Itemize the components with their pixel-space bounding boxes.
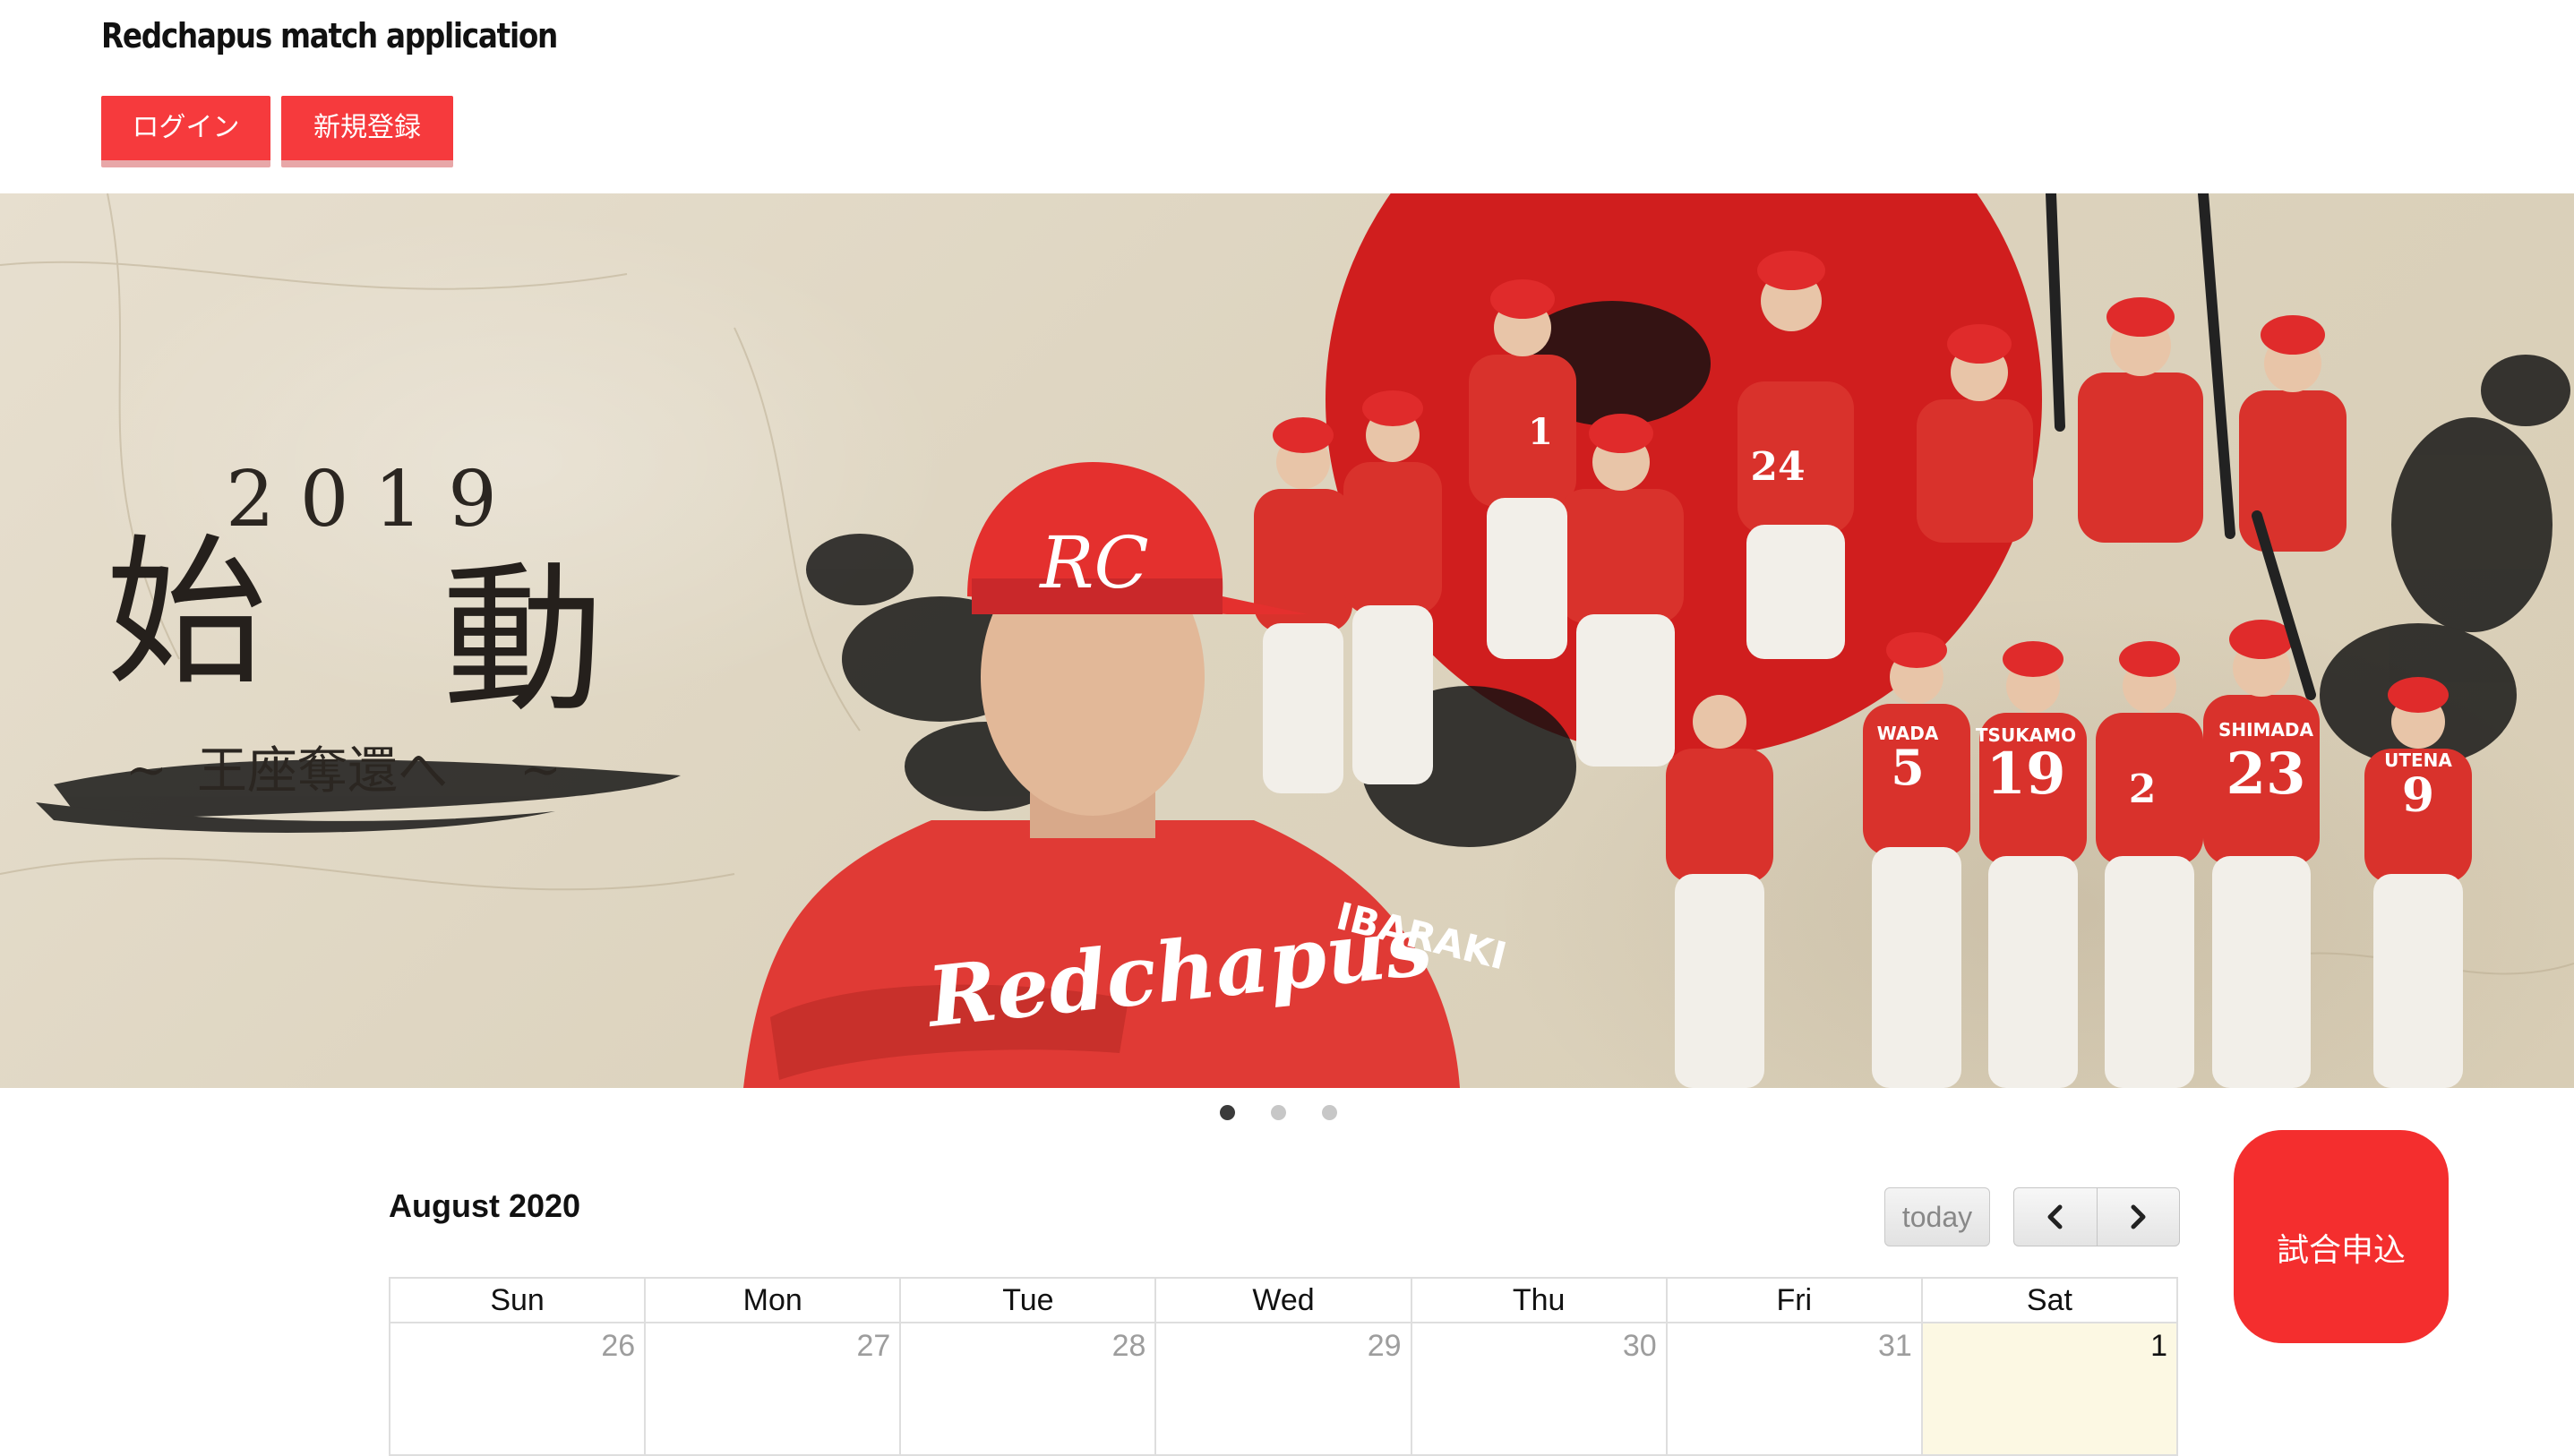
jersey-number: 23 [2226, 741, 2305, 808]
weekday-header: Tue [899, 1277, 1157, 1323]
chevron-right-icon [2131, 1204, 2146, 1229]
weekday-header: Sun [388, 1277, 647, 1323]
calendar-day[interactable]: 27 [644, 1322, 902, 1456]
app-title: Redchapus match application [101, 16, 558, 56]
calendar-day[interactable]: 26 [388, 1322, 647, 1456]
hero-artwork: RC Redchapus IBARAKI 5 19 2 23 9 24 1 WA… [0, 193, 2574, 1088]
cap-logo: RC [1038, 521, 1148, 604]
calendar-day[interactable]: 31 [1665, 1322, 1923, 1456]
jersey-name: UTENA [2384, 749, 2452, 771]
calendar-week-row: 26 27 28 29 30 31 1 [388, 1322, 2179, 1456]
calendar-day[interactable]: 30 [1410, 1322, 1668, 1456]
weekday-header: Fri [1665, 1277, 1923, 1323]
jersey-number: 9 [2402, 768, 2434, 823]
calendar-title: August 2020 [389, 1187, 581, 1224]
hero-tilde-right: ~ [519, 741, 562, 800]
jersey-number: 1 [1528, 411, 1553, 453]
jersey-number: 24 [1750, 444, 1805, 490]
calendar-grid: Sun Mon Tue Wed Thu Fri Sat 26 27 28 29 … [388, 1277, 2179, 1456]
carousel-dots [1220, 1105, 1337, 1120]
carousel-dot-1[interactable] [1220, 1105, 1235, 1120]
hero-tilde-left: ~ [125, 741, 167, 800]
match-apply-button[interactable]: 試合申込 [2234, 1130, 2449, 1343]
signup-button[interactable]: 新規登録 [281, 96, 453, 167]
weekday-header: Sat [1920, 1277, 2179, 1323]
hero-year: 2019 [226, 455, 522, 544]
carousel-dot-2[interactable] [1271, 1105, 1286, 1120]
hero-headline-right: 動 [442, 547, 605, 734]
jersey-name: TSUKAMO [1976, 724, 2076, 746]
calendar-day[interactable]: 29 [1154, 1322, 1412, 1456]
today-button[interactable]: today [1884, 1187, 1990, 1246]
jersey-name: WADA [1877, 723, 1939, 744]
calendar-nav [2013, 1187, 2180, 1246]
prev-month-button[interactable] [2013, 1187, 2097, 1246]
next-month-button[interactable] [2096, 1187, 2180, 1246]
weekday-header: Mon [644, 1277, 902, 1323]
calendar-day-today[interactable]: 1 [1920, 1322, 2179, 1456]
carousel-dot-3[interactable] [1322, 1105, 1337, 1120]
weekday-header-row: Sun Mon Tue Wed Thu Fri Sat [388, 1277, 2179, 1323]
weekday-header: Wed [1154, 1277, 1412, 1323]
weekday-header: Thu [1410, 1277, 1668, 1323]
jersey-number: 19 [1986, 741, 2065, 808]
jersey-number: 2 [2129, 767, 2157, 812]
login-button[interactable]: ログイン [101, 96, 270, 167]
jersey-name: SHIMADA [2218, 719, 2314, 741]
hero-headline-left: 始 [106, 520, 268, 707]
hero-banner: RC Redchapus IBARAKI 5 19 2 23 9 24 1 WA… [0, 193, 2574, 1088]
jersey-number: 5 [1891, 739, 1925, 796]
hero-subtitle: 王座奪還へ [197, 742, 448, 801]
chevron-left-icon [2047, 1204, 2063, 1229]
calendar-day[interactable]: 28 [899, 1322, 1157, 1456]
